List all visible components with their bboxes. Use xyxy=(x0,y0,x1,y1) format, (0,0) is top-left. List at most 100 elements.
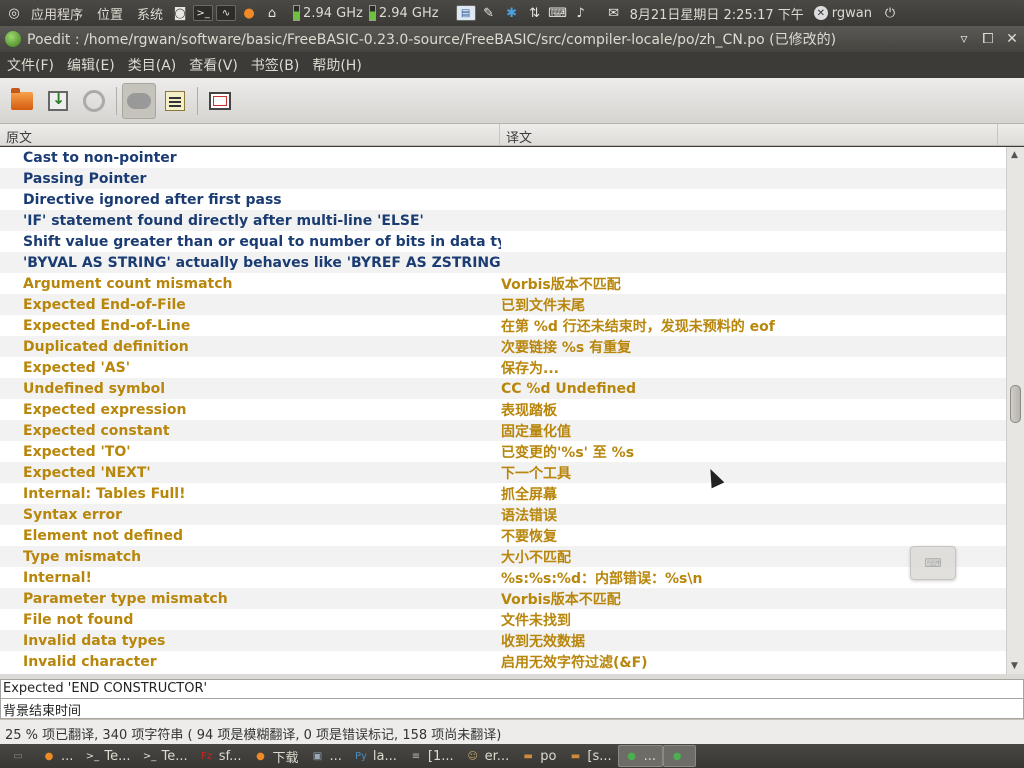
taskbar-item[interactable]: ●... xyxy=(617,745,664,767)
list-scrollbar[interactable]: ▲ ▼ xyxy=(1006,147,1024,674)
list-item[interactable]: Internal! %s:%s:%d：内部错误：%s\n xyxy=(0,567,1006,588)
update-icon xyxy=(83,89,105,112)
ubuntu-logo-icon[interactable]: ◎ xyxy=(4,4,24,22)
taskbar-item[interactable]: ▬ po xyxy=(515,745,562,767)
taskbar-item[interactable]: Py la... xyxy=(348,745,403,767)
menu-bookmarks[interactable]: 书签(B) xyxy=(244,55,306,75)
applications-menu[interactable]: 应用程序 xyxy=(24,4,90,23)
show-desktop-icon[interactable]: ▭ xyxy=(0,747,36,765)
window-titlebar[interactable]: Poedit : /home/rgwan/software/basic/Free… xyxy=(0,26,1024,52)
cpu-frequency-2[interactable]: 2.94 GHz xyxy=(366,5,442,21)
chart-icon[interactable]: ▤ xyxy=(455,5,476,21)
taskbar-item[interactable]: ▣... xyxy=(305,745,348,767)
list-item[interactable]: Syntax error 语法错误 xyxy=(0,504,1006,525)
cpu-frequency-1-label: 2.94 GHz xyxy=(303,5,363,21)
maximize-button[interactable]: ⧠ xyxy=(976,31,1000,47)
scroll-down-arrow-icon[interactable]: ▼ xyxy=(1011,661,1018,671)
list-item[interactable]: Invalid data types 收到无效数据 xyxy=(0,630,1006,651)
camera-icon[interactable]: ◙ xyxy=(170,4,190,22)
translation-text-box[interactable]: 背景结束时间 xyxy=(0,699,1024,719)
mail-icon[interactable]: ✉ xyxy=(604,4,624,22)
close-button[interactable]: ✕ xyxy=(1000,31,1024,47)
scroll-up-arrow-icon[interactable]: ▲ xyxy=(1011,150,1018,160)
menu-edit[interactable]: 编辑(E) xyxy=(60,55,121,75)
source-cell: Directive ignored after first pass xyxy=(23,191,282,208)
update-button[interactable] xyxy=(77,83,111,119)
network-icon[interactable]: ⌂ xyxy=(262,4,282,22)
translation-list[interactable]: Cast to non-pointer Passing Pointer Direct… xyxy=(0,147,1006,674)
cpu-frequency-1[interactable]: 2.94 GHz xyxy=(290,5,366,21)
firefox-launcher-icon[interactable]: ● xyxy=(239,4,259,22)
source-text-box[interactable]: Expected 'END CONSTRUCTOR' xyxy=(0,679,1024,699)
launcher-tray: ◙ >_ ∿ ● ⌂ xyxy=(170,4,282,22)
taskbar-item[interactable]: ●... xyxy=(36,745,79,767)
list-item[interactable]: Internal: Tables Full! 抓全屏幕 xyxy=(0,483,1006,504)
list-item[interactable]: Invalid character 启用无效字符过滤(&F) xyxy=(0,651,1006,672)
list-item[interactable]: Directive ignored after first pass xyxy=(0,189,1006,210)
list-item[interactable]: Expected End-of-File 已到文件末尾 xyxy=(0,294,1006,315)
terminal-launcher-icon[interactable]: >_ xyxy=(193,5,214,21)
minimize-button[interactable]: ▿ xyxy=(952,31,976,47)
translation-cell: CC %d Undefined xyxy=(501,380,637,397)
notes-icon[interactable]: ✎ xyxy=(479,4,499,22)
list-item[interactable]: 'BYVAL AS STRING' actually behaves like … xyxy=(0,252,1006,273)
menu-catalog[interactable]: 类目(A) xyxy=(121,55,183,75)
comment-button[interactable] xyxy=(158,83,192,119)
clock[interactable]: 8月21日星期日 2:25:17 下午 xyxy=(624,4,810,23)
list-item[interactable]: Expected 'TO' 已变更的'%s' 至 %s xyxy=(0,441,1006,462)
list-item[interactable]: 'IF' statement found directly after mult… xyxy=(0,210,1006,231)
user-menu[interactable]: ✕ rgwan xyxy=(810,6,876,21)
network-transfer-icon[interactable]: ⇅ xyxy=(525,4,545,22)
keyboard-icon[interactable]: ⌨ xyxy=(548,4,568,22)
list-item[interactable]: Cast to non-pointer xyxy=(0,147,1006,168)
save-button[interactable] xyxy=(41,83,75,119)
taskbar-item[interactable]: >_ Te... xyxy=(79,745,136,767)
floating-keyboard-widget[interactable]: ⌨ xyxy=(910,546,956,580)
list-item[interactable]: Undefined symbol CC %d Undefined xyxy=(0,378,1006,399)
places-menu[interactable]: 位置 xyxy=(90,4,130,23)
list-item[interactable]: Expected expression 表现踏板 xyxy=(0,399,1006,420)
list-item[interactable]: Duplicated definition 次要链接 %s 有重复 xyxy=(0,336,1006,357)
system-menu[interactable]: 系统 xyxy=(130,4,170,23)
list-item[interactable]: Expected 'NEXT' 下一个工具 xyxy=(0,462,1006,483)
taskbar-item[interactable]: ● xyxy=(663,745,697,767)
taskbar-item-label: er... xyxy=(484,748,510,764)
package-icon: ▣ xyxy=(312,750,323,762)
save-icon xyxy=(48,89,68,111)
menu-help[interactable]: 帮助(H) xyxy=(305,55,367,75)
list-item[interactable]: Expected End-of-Line 在第 %d 行还未结束时，发现未预料的 … xyxy=(0,315,1006,336)
taskbar-item[interactable]: ● 下载 xyxy=(248,745,305,767)
column-header-translation[interactable]: 译文 xyxy=(500,124,998,146)
list-item[interactable]: Type mismatch 大小不匹配 xyxy=(0,546,1006,567)
power-icon[interactable]: ⏻ xyxy=(880,4,900,22)
menu-file[interactable]: 文件(F) xyxy=(0,55,60,75)
bluetooth-icon[interactable]: ✱ xyxy=(502,4,522,22)
list-item[interactable]: File not found 文件未找到 xyxy=(0,609,1006,630)
list-item[interactable]: Expected constant 固定量化值 xyxy=(0,420,1006,441)
menu-view[interactable]: 查看(V) xyxy=(182,55,244,75)
taskbar-item[interactable]: ≡ [1... xyxy=(403,745,460,767)
taskbar-item-label: po xyxy=(540,748,557,764)
source-cell: Parameter type mismatch xyxy=(23,590,228,607)
taskbar-item-label: [1... xyxy=(427,748,454,764)
taskbar-item[interactable]: ☺ er... xyxy=(460,745,516,767)
folder-icon: ▬ xyxy=(523,750,533,762)
list-item[interactable]: Parameter type mismatch Vorbis版本不匹配 xyxy=(0,588,1006,609)
column-header-source[interactable]: 原文 xyxy=(0,124,500,146)
fullscreen-button[interactable] xyxy=(203,83,237,119)
taskbar-item[interactable]: Fz sf... xyxy=(194,745,248,767)
open-button[interactable] xyxy=(5,83,39,119)
source-cell: Passing Pointer xyxy=(23,170,147,187)
list-item[interactable]: Expected 'AS' 保存为... xyxy=(0,357,1006,378)
list-item[interactable]: Element not defined 不要恢复 xyxy=(0,525,1006,546)
auto-translate-button[interactable] xyxy=(122,82,156,119)
list-item[interactable]: Passing Pointer xyxy=(0,168,1006,189)
taskbar-item[interactable]: >_ Te... xyxy=(137,745,194,767)
list-item[interactable]: Argument count mismatch Vorbis版本不匹配 xyxy=(0,273,1006,294)
script-icon: ≡ xyxy=(411,750,421,762)
volume-icon[interactable]: ♪ xyxy=(571,4,591,22)
system-monitor-icon[interactable]: ∿ xyxy=(216,5,237,21)
taskbar-item[interactable]: ▬ [s... xyxy=(562,745,617,767)
scroll-thumb[interactable] xyxy=(1010,385,1021,423)
list-item[interactable]: Shift value greater than or equal to num… xyxy=(0,231,1006,252)
